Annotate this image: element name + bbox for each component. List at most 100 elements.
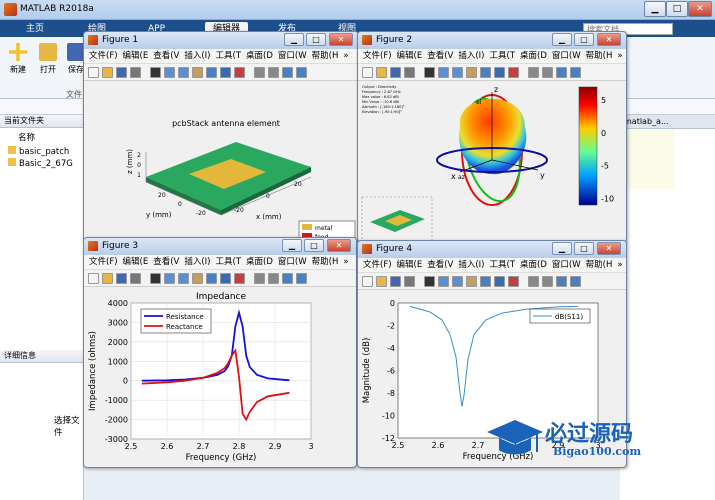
figure-close-button[interactable]: ✕ xyxy=(327,239,351,252)
figure-menu-item[interactable]: 窗口(W xyxy=(547,49,581,64)
pointer-icon[interactable] xyxy=(424,67,435,78)
insert-colorbar-icon[interactable] xyxy=(542,67,553,78)
editor-content[interactable] xyxy=(620,129,674,189)
link-icon[interactable] xyxy=(528,67,539,78)
new-figure-icon[interactable] xyxy=(88,67,99,78)
figure-menu-item[interactable]: 编辑(E xyxy=(392,49,423,64)
menu-overflow-icon[interactable]: » xyxy=(612,258,622,273)
figure-menu-item[interactable]: 窗口(W xyxy=(273,49,307,64)
pointer-icon[interactable] xyxy=(424,276,435,287)
zoom-in-icon[interactable] xyxy=(438,276,449,287)
file-item[interactable]: basic_patch xyxy=(8,146,69,157)
new-figure-icon[interactable] xyxy=(88,273,99,284)
close-button[interactable]: ✕ xyxy=(688,1,712,17)
zoom-out-icon[interactable] xyxy=(178,273,189,284)
save-icon[interactable] xyxy=(390,276,401,287)
new-figure-icon[interactable] xyxy=(362,67,373,78)
property-editor-icon[interactable] xyxy=(296,67,307,78)
brush-icon[interactable] xyxy=(234,67,245,78)
editor-tab[interactable]: matlab_a... xyxy=(620,115,715,129)
new-figure-icon[interactable] xyxy=(362,276,373,287)
insert-colorbar-icon[interactable] xyxy=(268,67,279,78)
figure-minimize-button[interactable]: ▁ xyxy=(552,242,572,255)
figure-menu-item[interactable]: 桌面(D xyxy=(515,258,547,273)
zoom-in-icon[interactable] xyxy=(438,67,449,78)
column-name-header[interactable]: 名称 xyxy=(18,131,35,143)
brush-icon[interactable] xyxy=(508,276,519,287)
figure-menu-item[interactable]: 帮助(H xyxy=(307,49,339,64)
link-icon[interactable] xyxy=(528,276,539,287)
open-icon[interactable] xyxy=(376,276,387,287)
figure-minimize-button[interactable]: ▁ xyxy=(284,33,304,46)
save-icon[interactable] xyxy=(116,67,127,78)
figure-2-window[interactable]: Figure 2 ▁ □ ✕ 文件(F) 编辑(E 查看(V 插入(I) 工具(T 桌面(D 窗… xyxy=(357,31,627,243)
new-button[interactable]: 新建 xyxy=(6,43,30,75)
pan-icon[interactable] xyxy=(466,67,477,78)
pointer-icon[interactable] xyxy=(150,273,161,284)
figure-minimize-button[interactable]: ▁ xyxy=(282,239,302,252)
insert-legend-icon[interactable] xyxy=(282,273,293,284)
property-editor-icon[interactable] xyxy=(570,67,581,78)
open-icon[interactable] xyxy=(376,67,387,78)
figure-close-button[interactable]: ✕ xyxy=(597,33,621,46)
open-button[interactable]: 打开 xyxy=(36,43,60,75)
tab-home[interactable]: 主页 xyxy=(18,22,52,37)
figure-menu-item[interactable]: 查看(V xyxy=(148,255,179,270)
insert-colorbar-icon[interactable] xyxy=(268,273,279,284)
brush-icon[interactable] xyxy=(234,273,245,284)
figure-menu-item[interactable]: 工具(T xyxy=(211,49,242,64)
rotate-icon[interactable] xyxy=(480,276,491,287)
save-icon[interactable] xyxy=(390,67,401,78)
data-cursor-icon[interactable] xyxy=(494,67,505,78)
figure-menu-item[interactable]: 查看(V xyxy=(422,49,453,64)
figure-close-button[interactable]: ✕ xyxy=(329,33,353,46)
figure-menu-item[interactable]: 工具(T xyxy=(485,258,516,273)
figure-menu-item[interactable]: 文件(F) xyxy=(84,49,118,64)
rotate-icon[interactable] xyxy=(206,67,217,78)
figure-maximize-button[interactable]: □ xyxy=(304,239,324,252)
figure-minimize-button[interactable]: ▁ xyxy=(552,33,572,46)
insert-colorbar-icon[interactable] xyxy=(542,276,553,287)
pan-icon[interactable] xyxy=(192,67,203,78)
data-cursor-icon[interactable] xyxy=(220,67,231,78)
pointer-icon[interactable] xyxy=(150,67,161,78)
property-editor-icon[interactable] xyxy=(570,276,581,287)
menu-overflow-icon[interactable]: » xyxy=(338,255,348,270)
insert-legend-icon[interactable] xyxy=(556,67,567,78)
figure-menu-item[interactable]: 编辑(E xyxy=(118,49,149,64)
figure-menu-item[interactable]: 插入(I) xyxy=(453,258,484,273)
open-icon[interactable] xyxy=(102,67,113,78)
figure-menu-item[interactable]: 桌面(D xyxy=(241,49,273,64)
figure-menu-item[interactable]: 桌面(D xyxy=(515,49,547,64)
figure-menu-item[interactable]: 桌面(D xyxy=(241,255,273,270)
menu-overflow-icon[interactable]: » xyxy=(338,49,348,64)
figure-menu-item[interactable]: 插入(I) xyxy=(453,49,484,64)
figure-menu-item[interactable]: 查看(V xyxy=(148,49,179,64)
open-icon[interactable] xyxy=(102,273,113,284)
print-icon[interactable] xyxy=(130,67,141,78)
print-icon[interactable] xyxy=(130,273,141,284)
property-editor-icon[interactable] xyxy=(296,273,307,284)
print-icon[interactable] xyxy=(404,67,415,78)
figure-maximize-button[interactable]: □ xyxy=(574,242,594,255)
insert-legend-icon[interactable] xyxy=(282,67,293,78)
print-icon[interactable] xyxy=(404,276,415,287)
figure-maximize-button[interactable]: □ xyxy=(574,33,594,46)
maximize-button[interactable]: □ xyxy=(666,1,688,17)
figure-1-window[interactable]: Figure 1 ▁ □ ✕ 文件(F) 编辑(E 查看(V 插入(I) 工具(T 桌面(D 窗… xyxy=(83,31,359,243)
figure-maximize-button[interactable]: □ xyxy=(306,33,326,46)
zoom-in-icon[interactable] xyxy=(164,67,175,78)
figure-menu-item[interactable]: 编辑(E xyxy=(392,258,423,273)
figure-menu-item[interactable]: 插入(I) xyxy=(179,255,210,270)
zoom-out-icon[interactable] xyxy=(452,67,463,78)
figure-close-button[interactable]: ✕ xyxy=(597,242,621,255)
figure-menu-item[interactable]: 文件(F) xyxy=(358,49,392,64)
brush-icon[interactable] xyxy=(508,67,519,78)
rotate-icon[interactable] xyxy=(206,273,217,284)
data-cursor-icon[interactable] xyxy=(220,273,231,284)
figure-menu-item[interactable]: 窗口(W xyxy=(273,255,307,270)
figure-menu-item[interactable]: 帮助(H xyxy=(307,255,339,270)
menu-overflow-icon[interactable]: » xyxy=(612,49,622,64)
figure-menu-item[interactable]: 文件(F) xyxy=(84,255,118,270)
zoom-out-icon[interactable] xyxy=(178,67,189,78)
